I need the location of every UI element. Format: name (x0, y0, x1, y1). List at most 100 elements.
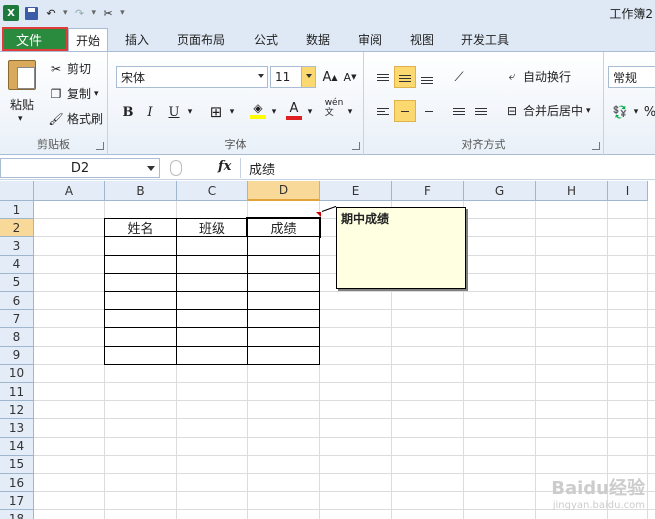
name-box[interactable]: D2 (0, 158, 160, 178)
worksheet[interactable]: ABCDEFGHI 1 2 3 4 5 6 7 8 9 10 11 12 13 14 15 16 17 18 姓名… (0, 181, 655, 519)
decrease-indent-icon[interactable] (448, 100, 470, 122)
undo-icon[interactable]: ↶ (43, 5, 59, 21)
bold-button[interactable]: B (118, 102, 138, 122)
borders-dropdown-icon[interactable]: ▾ (222, 102, 242, 122)
cell-c8[interactable] (176, 327, 248, 347)
tab-insert[interactable]: 插入 (117, 28, 157, 51)
customize-toolbar-icon[interactable]: ▾ (120, 8, 125, 18)
cell-d9[interactable] (247, 345, 320, 365)
align-middle-icon[interactable] (394, 66, 416, 88)
tab-file[interactable]: 文件 (2, 27, 68, 51)
tab-developer[interactable]: 开发工具 (454, 28, 516, 51)
cell-c3[interactable] (176, 236, 248, 256)
underline-dropdown-icon[interactable]: ▾ (180, 102, 200, 122)
increase-indent-icon[interactable] (470, 100, 492, 122)
number-format-select[interactable]: 常规 (608, 66, 655, 88)
row-header-8[interactable]: 8 (0, 328, 34, 347)
cell-d2[interactable]: 成绩 (246, 217, 321, 239)
cell-d8[interactable] (247, 327, 320, 347)
tab-view[interactable]: 视图 (402, 28, 442, 51)
cut-button[interactable]: ✂ 剪切 (48, 60, 91, 77)
tab-page-layout[interactable]: 页面布局 (170, 28, 232, 51)
tab-formulas[interactable]: 公式 (246, 28, 286, 51)
phonetic-dropdown-icon[interactable]: ▾ (340, 102, 360, 122)
cell-b4[interactable] (104, 254, 177, 274)
row-header-17[interactable]: 17 (0, 492, 34, 511)
shrink-font-icon[interactable]: A ▼ (340, 67, 360, 87)
cell-b7[interactable] (104, 309, 177, 329)
formula-input[interactable]: 成绩 (240, 158, 655, 178)
cell-b8[interactable] (104, 327, 177, 347)
align-top-icon[interactable] (372, 66, 394, 88)
row-header-1[interactable]: 1 (0, 201, 34, 220)
grow-font-icon[interactable]: A ▲ (320, 67, 340, 87)
align-left-icon[interactable] (372, 100, 394, 122)
fill-color-dropdown-icon[interactable]: ▾ (264, 102, 284, 122)
paste-button[interactable]: 粘贴 ▾ (0, 52, 44, 132)
cell-d7[interactable] (247, 309, 320, 329)
cell-d6[interactable] (247, 291, 320, 311)
redo-icon[interactable]: ↷ (72, 5, 88, 21)
row-header-16[interactable]: 16 (0, 474, 34, 493)
cell-c7[interactable] (176, 309, 248, 329)
row-header-13[interactable]: 13 (0, 419, 34, 438)
font-name-select[interactable]: 宋体 (116, 66, 268, 88)
row-header-4[interactable]: 4 (0, 255, 34, 274)
row-header-9[interactable]: 9 (0, 346, 34, 365)
cell-c9[interactable] (176, 345, 248, 365)
percent-button[interactable]: % (640, 102, 655, 122)
row-header-18[interactable]: 18 (0, 510, 34, 519)
cell-c4[interactable] (176, 254, 248, 274)
row-header-7[interactable]: 7 (0, 310, 34, 329)
insert-function-icon[interactable]: fx (218, 159, 231, 174)
column-header-i[interactable]: I (608, 181, 648, 201)
row-header-12[interactable]: 12 (0, 401, 34, 420)
orientation-icon[interactable]: ⟋ (448, 66, 470, 88)
copy-button[interactable]: ❐ 复制 ▾ (48, 85, 99, 102)
formula-bar-splitter[interactable] (170, 160, 182, 176)
cell-c6[interactable] (176, 291, 248, 311)
cell-b3[interactable] (104, 236, 177, 256)
column-header-c[interactable]: C (177, 181, 248, 201)
cell-c2[interactable]: 班级 (176, 218, 248, 238)
wrap-text-button[interactable]: ⤶ 自动换行 (504, 68, 571, 85)
cell-c5[interactable] (176, 272, 248, 292)
cell-d4[interactable] (247, 254, 320, 274)
column-header-f[interactable]: F (392, 181, 464, 201)
cell-comment[interactable]: 期中成绩 (336, 207, 466, 289)
alignment-launcher-icon[interactable] (592, 142, 600, 150)
column-header-h[interactable]: H (536, 181, 608, 201)
font-color-dropdown-icon[interactable]: ▾ (300, 102, 320, 122)
undo-dropdown-icon[interactable]: ▾ (63, 8, 68, 18)
row-header-10[interactable]: 10 (0, 364, 34, 383)
font-launcher-icon[interactable] (352, 142, 360, 150)
cell-b2[interactable]: 姓名 (104, 218, 177, 238)
cell-b5[interactable] (104, 272, 177, 292)
column-header-g[interactable]: G (464, 181, 536, 201)
format-painter-button[interactable]: 🖌 格式刷 (48, 110, 103, 127)
row-header-11[interactable]: 11 (0, 383, 34, 402)
cell-d3[interactable] (247, 236, 320, 256)
font-size-select[interactable]: 11 (270, 66, 316, 88)
align-bottom-icon[interactable] (416, 66, 438, 88)
align-center-icon[interactable] (394, 100, 416, 122)
align-right-icon[interactable] (416, 100, 438, 122)
clipboard-launcher-icon[interactable] (96, 142, 104, 150)
cell-d5[interactable] (247, 272, 320, 292)
merge-center-button[interactable]: ⊟ 合并后居中 ▾ (504, 102, 591, 119)
column-header-b[interactable]: B (105, 181, 177, 201)
tab-data[interactable]: 数据 (298, 28, 338, 51)
column-header-a[interactable]: A (34, 181, 105, 201)
select-all-corner[interactable] (0, 181, 34, 201)
row-header-5[interactable]: 5 (0, 273, 34, 292)
tools-icon[interactable]: ✂ (100, 5, 116, 21)
column-header-e[interactable]: E (320, 181, 392, 201)
save-icon[interactable] (23, 5, 39, 21)
tab-home[interactable]: 开始 (68, 28, 108, 51)
row-header-15[interactable]: 15 (0, 455, 34, 474)
column-header-d[interactable]: D (248, 181, 320, 201)
italic-button[interactable]: I (140, 102, 160, 122)
row-header-14[interactable]: 14 (0, 437, 34, 456)
row-header-3[interactable]: 3 (0, 237, 34, 256)
row-header-6[interactable]: 6 (0, 292, 34, 311)
